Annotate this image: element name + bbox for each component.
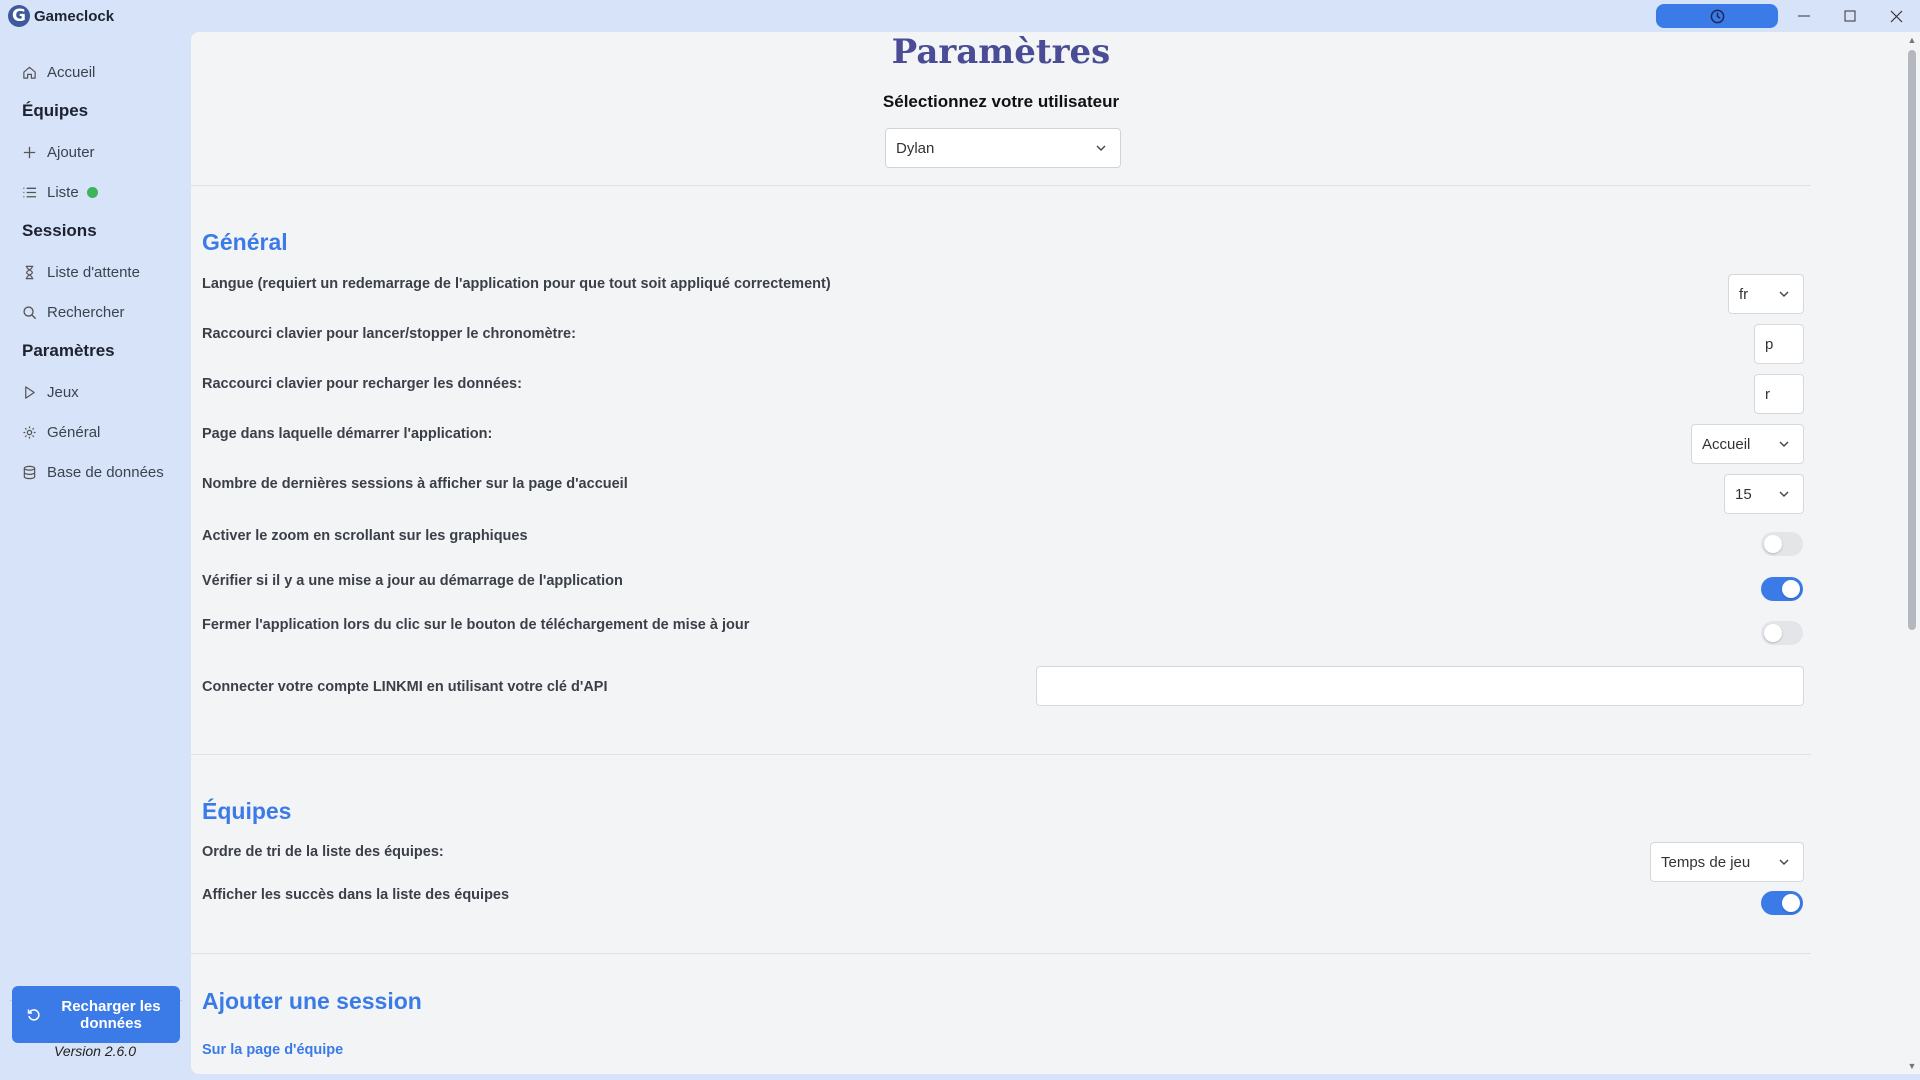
plus-icon [23, 146, 36, 158]
linkmi-api-key-input[interactable] [1036, 666, 1804, 706]
toggle-knob [1782, 580, 1800, 598]
refresh-icon [27, 1008, 40, 1021]
home-icon [23, 66, 36, 79]
title-bar: G Gameclock [0, 0, 1920, 32]
sidebar-item-label: Accueil [47, 63, 96, 81]
gear-icon [23, 425, 36, 439]
shortcut-reload-label: Raccourci clavier pour recharger les don… [202, 376, 522, 392]
user-select[interactable]: Dylan [885, 128, 1121, 168]
language-select-value: fr [1739, 285, 1749, 303]
timer-button[interactable] [1656, 4, 1778, 28]
sidebar-item-team-list[interactable]: Liste [22, 179, 98, 205]
zoom-label: Activer le zoom en scrollant sur les gra… [202, 528, 528, 544]
chevron-down-icon [1779, 491, 1789, 497]
chevron-down-icon [1779, 291, 1789, 297]
sidebar-item-queue[interactable]: Liste d'attente [22, 259, 140, 285]
zoom-toggle[interactable] [1761, 532, 1803, 556]
minimize-button[interactable] [1781, 0, 1827, 32]
sidebar-item-label: Base de données [47, 463, 164, 481]
close-on-update-toggle[interactable] [1761, 621, 1803, 645]
clock-icon [1710, 9, 1724, 23]
sidebar-heading-teams: Équipes [22, 101, 89, 120]
section-title-teams: Équipes [202, 798, 292, 824]
shortcut-timer-input[interactable]: p [1754, 324, 1804, 364]
chevron-down-icon [1779, 859, 1789, 865]
shortcut-reload-input[interactable]: r [1754, 374, 1804, 414]
start-page-select[interactable]: Accueil [1691, 424, 1804, 464]
reload-data-button[interactable]: Recharger les données [12, 986, 180, 1043]
start-page-label: Page dans laquelle démarrer l'applicatio… [202, 426, 493, 442]
scroll-down-icon[interactable]: ▼ [1907, 1061, 1917, 1071]
toggle-knob [1782, 894, 1800, 912]
sidebar-item-label: Liste d'attente [47, 263, 140, 281]
status-dot [86, 186, 98, 198]
chevron-down-icon [1779, 441, 1789, 447]
sidebar-item-home[interactable]: Accueil [22, 59, 95, 85]
play-icon [25, 385, 35, 399]
scroll-up-icon[interactable]: ▲ [1907, 35, 1917, 45]
settings-panel: Paramètres Sélectionnez votre utilisateu… [191, 32, 1904, 1074]
subsection-team-page: Sur la page d'équipe [202, 1042, 344, 1058]
close-on-update-label: Fermer l'application lors du clic sur le… [202, 617, 750, 633]
section-title-add-session: Ajouter une session [202, 988, 422, 1014]
section-title-general: Général [202, 229, 288, 255]
divider [191, 953, 1811, 954]
hourglass-icon [25, 265, 34, 279]
maximize-button[interactable] [1827, 0, 1873, 32]
sidebar-item-label: Liste [47, 183, 79, 201]
minimize-icon [1798, 15, 1810, 17]
sidebar-heading-settings: Paramètres [22, 341, 115, 360]
close-button[interactable] [1873, 0, 1919, 32]
scrollbar[interactable]: ▲ ▼ [1904, 32, 1920, 1074]
teams-sort-label: Ordre de tri de la liste des équipes: [202, 844, 444, 860]
sidebar-item-games[interactable]: Jeux [22, 379, 79, 405]
chevron-down-icon [1096, 145, 1106, 151]
start-page-select-value: Accueil [1702, 435, 1751, 453]
update-check-toggle[interactable] [1761, 577, 1803, 601]
close-icon [1890, 10, 1902, 22]
sidebar-item-label: Général [47, 423, 101, 441]
search-icon [23, 305, 37, 319]
select-user-label: Sélectionnez votre utilisateur [882, 92, 1120, 111]
toggle-knob [1764, 535, 1782, 553]
sidebar-item-search[interactable]: Rechercher [22, 299, 125, 325]
list-icon [23, 187, 37, 197]
update-check-label: Vérifier si il y a une mise a jour au dé… [202, 573, 623, 589]
sidebar-heading-sessions: Sessions [22, 221, 97, 240]
language-label: Langue (requiert un redemarrage de l'app… [202, 276, 831, 292]
database-icon [23, 465, 36, 479]
app-title: Gameclock [34, 8, 115, 25]
divider [191, 754, 1811, 755]
linkmi-label: Connecter votre compte LINKMI en utilisa… [202, 679, 608, 695]
shortcut-timer-value: p [1765, 335, 1774, 353]
scroll-thumb[interactable] [1908, 50, 1916, 630]
shortcut-reload-value: r [1765, 385, 1770, 403]
page-title: Paramètres [891, 32, 1111, 72]
last-sessions-select-value: 15 [1735, 485, 1752, 503]
toggle-knob [1764, 624, 1782, 642]
version-label: Version 2.6.0 [54, 1043, 136, 1059]
sidebar-item-add-team[interactable]: Ajouter [22, 139, 95, 165]
sidebar-item-label: Jeux [47, 383, 79, 401]
sidebar-item-general[interactable]: Général [22, 419, 100, 445]
shortcut-timer-label: Raccourci clavier pour lancer/stopper le… [202, 326, 576, 342]
sidebar: Accueil Équipes Ajouter Liste Sessions L… [0, 32, 190, 1080]
sidebar-item-label: Rechercher [47, 303, 125, 321]
teams-sort-select[interactable]: Temps de jeu [1650, 842, 1804, 882]
sidebar-item-database[interactable]: Base de données [22, 459, 164, 485]
language-select[interactable]: fr [1728, 274, 1804, 314]
reload-data-label: Recharger les données [61, 997, 161, 1032]
sidebar-item-label: Ajouter [47, 143, 95, 161]
show-achievements-label: Afficher les succès dans la liste des éq… [202, 887, 510, 903]
show-achievements-toggle[interactable] [1761, 891, 1803, 915]
last-sessions-label: Nombre de dernières sessions à afficher … [202, 476, 628, 492]
divider [191, 185, 1811, 186]
last-sessions-select[interactable]: 15 [1724, 474, 1804, 514]
user-select-value: Dylan [896, 139, 935, 157]
teams-sort-select-value: Temps de jeu [1661, 853, 1751, 871]
maximize-icon [1844, 10, 1856, 22]
app-logo: G [8, 5, 30, 27]
